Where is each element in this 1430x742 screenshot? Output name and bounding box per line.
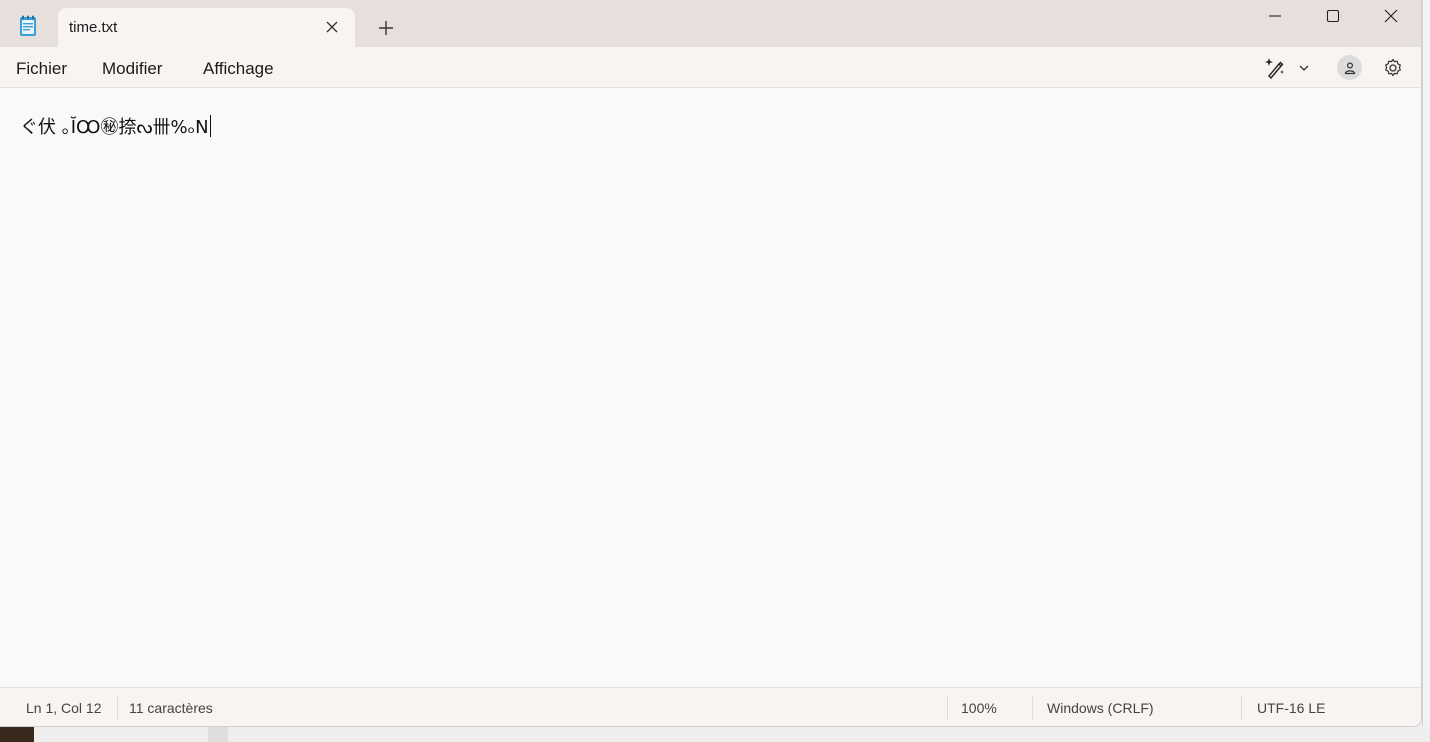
sparkle-pen-icon (1265, 58, 1284, 79)
tab-title: time.txt (69, 19, 118, 36)
account-button[interactable] (1337, 55, 1362, 80)
status-cursor-position[interactable]: Ln 1, Col 12 (26, 700, 102, 716)
close-icon (1384, 9, 1398, 23)
minimize-button[interactable] (1246, 0, 1304, 32)
desktop-edge (1422, 0, 1430, 742)
status-divider (947, 696, 948, 720)
menu-edit[interactable]: Modifier (102, 59, 162, 79)
plus-icon (379, 21, 393, 35)
desktop-divider (208, 727, 228, 742)
close-tab-button[interactable] (323, 18, 341, 36)
text-caret (209, 115, 211, 137)
maximize-icon (1326, 9, 1340, 23)
status-bar: Ln 1, Col 12 11 caractères 100% Windows … (0, 687, 1421, 726)
status-divider (1032, 696, 1033, 720)
new-tab-button[interactable] (376, 18, 396, 38)
chevron-down-icon (1299, 65, 1309, 71)
editor-content: ぐ伏 ｡ĬꝎ㊙捺ᔓ卌%ₒN (20, 117, 209, 138)
desktop-taskbar-edge (0, 727, 1430, 742)
settings-button[interactable] (1380, 55, 1406, 81)
close-icon (326, 21, 338, 33)
maximize-button[interactable] (1304, 0, 1362, 32)
copilot-button[interactable] (1262, 55, 1288, 81)
menu-file[interactable]: Fichier (16, 59, 67, 79)
tab-time-txt[interactable]: time.txt (58, 8, 355, 47)
title-bar[interactable]: time.txt (0, 0, 1421, 47)
status-line-ending[interactable]: Windows (CRLF) (1047, 700, 1154, 716)
desktop-wallpaper-fragment (0, 727, 34, 742)
notepad-window: time.txt Fichier Modifier Affichage ぐ伏 ｡… (0, 0, 1422, 727)
menu-bar: Fichier Modifier Affichage (0, 47, 1421, 88)
person-icon (1344, 61, 1355, 74)
close-window-button[interactable] (1362, 0, 1420, 32)
gear-icon (1385, 58, 1401, 77)
status-char-count: 11 caractères (129, 700, 213, 716)
status-zoom[interactable]: 100% (961, 700, 997, 716)
menu-view[interactable]: Affichage (203, 59, 274, 79)
editor-content-line[interactable]: ぐ伏 ｡ĬꝎ㊙捺ᔓ卌%ₒN (20, 113, 211, 139)
text-editor[interactable]: ぐ伏 ｡ĬꝎ㊙捺ᔓ卌%ₒN (0, 88, 1421, 687)
status-divider (117, 696, 118, 720)
notepad-icon (18, 15, 38, 37)
minimize-icon (1269, 15, 1281, 17)
copilot-dropdown[interactable] (1296, 55, 1312, 81)
status-encoding[interactable]: UTF-16 LE (1257, 700, 1325, 716)
status-divider (1241, 696, 1242, 720)
